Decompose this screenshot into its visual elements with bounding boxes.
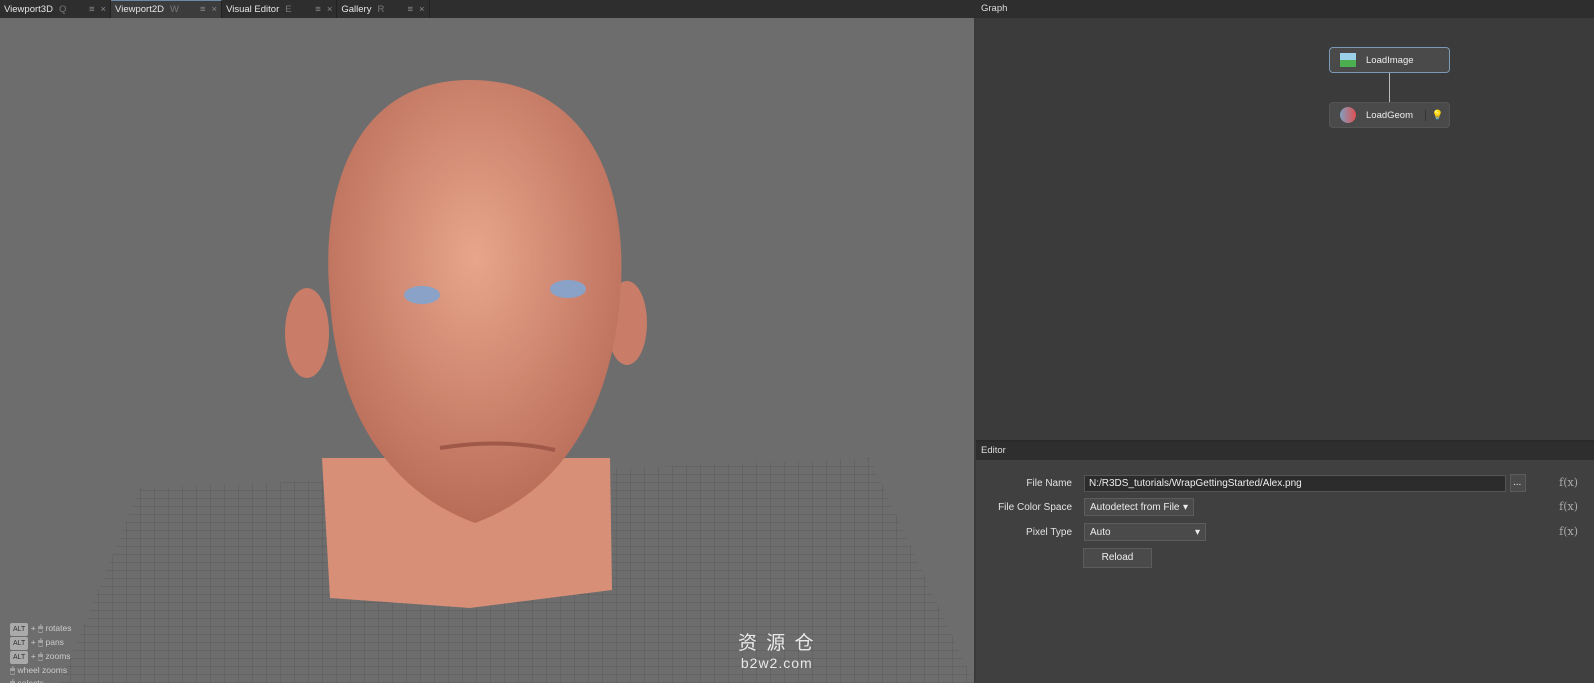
tab-label: Gallery: [341, 3, 372, 15]
viewport-3d[interactable]: ALT + 🖱 rotates ALT + 🖱 pans ALT + 🖱 zoo…: [0, 18, 974, 683]
hint-selects: selects: [17, 678, 44, 683]
graph-canvas[interactable]: LoadImage LoadGeom 💡: [976, 18, 1594, 440]
menu-icon[interactable]: ≡: [407, 4, 413, 15]
color-space-dropdown[interactable]: Autodetect from File ▾: [1084, 498, 1194, 516]
hint-wheel: wheel zooms: [17, 665, 68, 675]
fx-icon[interactable]: f(x): [1559, 476, 1578, 489]
graph-header: Graph: [976, 0, 1594, 18]
tab-shortcut: Q: [58, 3, 67, 15]
pixel-type-row: Pixel Type Auto ▾: [976, 523, 1206, 541]
geometry-icon: [1340, 107, 1356, 123]
alt-key: ALT: [10, 637, 29, 650]
tab-label: Viewport3D: [4, 3, 53, 15]
close-icon[interactable]: ×: [327, 4, 333, 15]
tab-visual-editor[interactable]: Visual Editor E ≡ ×: [222, 0, 338, 18]
hint-zooms: zooms: [45, 651, 71, 661]
pixel-type-label: Pixel Type: [1026, 526, 1072, 538]
visibility-bulb-icon[interactable]: 💡: [1425, 109, 1449, 121]
color-space-label: File Color Space: [998, 501, 1072, 513]
fx-icon[interactable]: f(x): [1559, 500, 1578, 513]
file-name-input[interactable]: N:/R3DS_tutorials/WrapGettingStarted/Ale…: [1084, 474, 1506, 492]
tab-label: Visual Editor: [226, 3, 280, 15]
close-icon[interactable]: ×: [212, 4, 218, 15]
tab-gallery[interactable]: Gallery R ≡ ×: [337, 0, 430, 18]
left-eye: [404, 286, 440, 304]
pixel-type-value: Auto: [1090, 527, 1111, 538]
pixel-type-dropdown[interactable]: Auto ▾: [1084, 523, 1206, 541]
close-icon[interactable]: ×: [100, 4, 106, 15]
head: [328, 80, 622, 523]
tab-viewport2d[interactable]: Viewport2D W ≡ ×: [111, 0, 223, 18]
editor-title: Editor: [981, 445, 1006, 456]
watermark-cn: 资 源 仓: [738, 633, 816, 654]
navigation-hints: ALT + 🖱 rotates ALT + 🖱 pans ALT + 🖱 zoo…: [10, 622, 71, 683]
color-space-row: File Color Space Autodetect from File ▾: [976, 498, 1194, 516]
close-icon[interactable]: ×: [419, 4, 425, 15]
chevron-down-icon: ▾: [1182, 502, 1188, 513]
reload-button[interactable]: Reload: [1083, 548, 1152, 568]
tab-viewport3d[interactable]: Viewport3D Q ≡ ×: [0, 0, 112, 18]
menu-icon[interactable]: ≡: [200, 4, 206, 15]
tab-label: Viewport2D: [115, 4, 164, 15]
alt-key: ALT: [10, 651, 29, 664]
image-icon: [1340, 53, 1356, 67]
watermark: 资 源 仓 b2w2.com: [738, 628, 816, 671]
color-space-value: Autodetect from File: [1090, 502, 1180, 513]
scene: [60, 80, 974, 683]
menu-icon[interactable]: ≡: [315, 4, 321, 15]
graph-title: Graph: [981, 3, 1008, 14]
browse-button[interactable]: ...: [1510, 474, 1526, 492]
tab-shortcut: R: [377, 3, 385, 15]
file-name-row: File Name N:/R3DS_tutorials/WrapGettingS…: [976, 474, 1526, 492]
tab-bar: Viewport3D Q ≡ × Viewport2D W ≡ × Visual Edito…: [0, 0, 990, 18]
file-name-label: File Name: [1026, 477, 1072, 489]
menu-icon[interactable]: ≡: [89, 4, 95, 15]
node-label: LoadImage: [1366, 54, 1414, 66]
hint-pans: pans: [45, 637, 64, 647]
watermark-url: b2w2.com: [740, 655, 813, 671]
node-loadimage[interactable]: LoadImage: [1329, 47, 1450, 73]
editor-panel: File Name N:/R3DS_tutorials/WrapGettingS…: [976, 460, 1594, 683]
fx-icon[interactable]: f(x): [1559, 525, 1578, 538]
right-eye: [550, 280, 586, 298]
editor-header: Editor: [976, 440, 1594, 460]
node-loadgeom[interactable]: LoadGeom 💡: [1329, 102, 1450, 128]
chevron-down-icon: ▾: [1194, 527, 1200, 538]
alt-key: ALT: [10, 623, 29, 636]
hint-rotates: rotates: [45, 623, 72, 633]
left-ear: [285, 288, 329, 378]
node-label: LoadGeom: [1366, 109, 1414, 121]
tab-shortcut: E: [285, 3, 292, 15]
tab-shortcut: W: [169, 4, 179, 15]
